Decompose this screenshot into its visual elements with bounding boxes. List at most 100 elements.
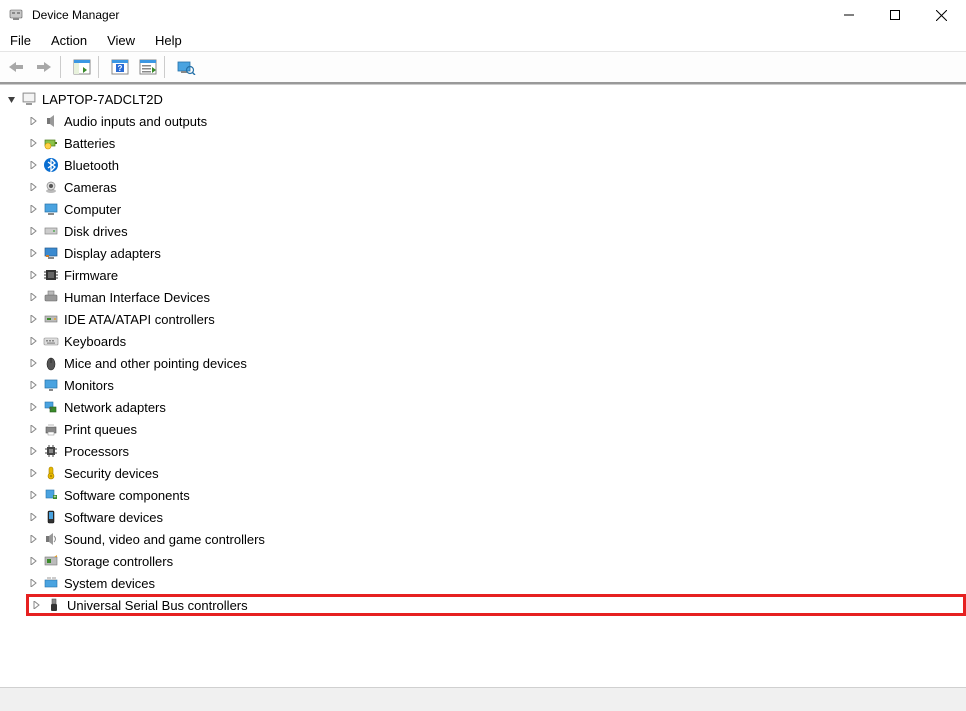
spacer (0, 675, 966, 687)
minimize-button[interactable] (826, 0, 872, 30)
chevron-right-icon[interactable] (26, 268, 40, 282)
sound-icon (42, 530, 60, 548)
chevron-right-icon[interactable] (26, 136, 40, 150)
menu-action[interactable]: Action (41, 31, 97, 50)
chevron-right-icon[interactable] (26, 554, 40, 568)
printer-icon (42, 420, 60, 438)
tree-category-node[interactable]: Mice and other pointing devices (26, 352, 966, 374)
tree-category-node[interactable]: Computer (26, 198, 966, 220)
tree-category-node[interactable]: Software devices (26, 506, 966, 528)
chevron-right-icon[interactable] (26, 422, 40, 436)
chevron-right-icon[interactable] (26, 532, 40, 546)
computer-icon (20, 90, 38, 108)
maximize-button[interactable] (872, 0, 918, 30)
tree-category-node[interactable]: Disk drives (26, 220, 966, 242)
tree-category-node[interactable]: Firmware (26, 264, 966, 286)
tree-category-node[interactable]: Batteries (26, 132, 966, 154)
chevron-right-icon[interactable] (26, 356, 40, 370)
tree-category-node[interactable]: Network adapters (26, 396, 966, 418)
chevron-right-icon[interactable] (26, 246, 40, 260)
scan-hardware-button[interactable] (174, 55, 198, 79)
tree-category-node[interactable]: System devices (26, 572, 966, 594)
toolbar: ? (0, 52, 966, 84)
chevron-right-icon[interactable] (26, 378, 40, 392)
category-label: Computer (64, 202, 121, 217)
security-icon (42, 464, 60, 482)
tree-category-node[interactable]: Sound, video and game controllers (26, 528, 966, 550)
back-button[interactable] (4, 55, 28, 79)
chevron-right-icon[interactable] (26, 114, 40, 128)
tree-category-node[interactable]: Human Interface Devices (26, 286, 966, 308)
tree-category-node[interactable]: Monitors (26, 374, 966, 396)
chevron-right-icon[interactable] (26, 180, 40, 194)
menu-help[interactable]: Help (145, 31, 192, 50)
category-label: Monitors (64, 378, 114, 393)
category-label: IDE ATA/ATAPI controllers (64, 312, 215, 327)
category-label: Print queues (64, 422, 137, 437)
category-label: Cameras (64, 180, 117, 195)
menu-file[interactable]: File (4, 31, 41, 50)
window-controls (826, 0, 964, 30)
system-icon (42, 574, 60, 592)
tree-category-node[interactable]: IDE ATA/ATAPI controllers (26, 308, 966, 330)
forward-button[interactable] (32, 55, 56, 79)
device-manager-icon (8, 7, 24, 23)
chevron-right-icon[interactable] (26, 510, 40, 524)
tree-category-node[interactable]: Processors (26, 440, 966, 462)
chevron-right-icon[interactable] (26, 576, 40, 590)
processor-icon (42, 442, 60, 460)
tree-category-node[interactable]: Audio inputs and outputs (26, 110, 966, 132)
show-hide-console-tree-button[interactable] (70, 55, 94, 79)
tree-category-node[interactable]: + Software components (26, 484, 966, 506)
chevron-right-icon[interactable] (26, 488, 40, 502)
toolbar-separator (164, 56, 170, 78)
storage-icon (42, 552, 60, 570)
swdev-icon (42, 508, 60, 526)
tree-category-node[interactable]: Print queues (26, 418, 966, 440)
chevron-right-icon[interactable] (26, 444, 40, 458)
category-label: Security devices (64, 466, 159, 481)
tree-category-node[interactable]: Cameras (26, 176, 966, 198)
device-tree[interactable]: LAPTOP-7ADCLT2D Audio inputs and outputs… (0, 84, 966, 675)
speaker-icon (42, 112, 60, 130)
category-label: Mice and other pointing devices (64, 356, 247, 371)
tree-category-node[interactable]: Universal Serial Bus controllers (26, 594, 966, 616)
chevron-right-icon[interactable] (29, 598, 43, 612)
chevron-right-icon[interactable] (26, 312, 40, 326)
tree-category-node[interactable]: Security devices (26, 462, 966, 484)
close-button[interactable] (918, 0, 964, 30)
computer-icon (42, 200, 60, 218)
chevron-right-icon[interactable] (26, 224, 40, 238)
chevron-right-icon[interactable] (26, 466, 40, 480)
root-label: LAPTOP-7ADCLT2D (42, 92, 163, 107)
properties-button[interactable] (136, 55, 160, 79)
tree-category-node[interactable]: Display adapters (26, 242, 966, 264)
hid-icon (42, 288, 60, 306)
chevron-right-icon[interactable] (26, 400, 40, 414)
tree-category-node[interactable]: Keyboards (26, 330, 966, 352)
chevron-right-icon[interactable] (26, 158, 40, 172)
menubar: File Action View Help (0, 30, 966, 52)
disk-icon (42, 222, 60, 240)
battery-icon (42, 134, 60, 152)
category-label: System devices (64, 576, 155, 591)
chevron-right-icon[interactable] (26, 202, 40, 216)
chevron-right-icon[interactable] (26, 334, 40, 348)
tree-category-node[interactable]: Storage controllers (26, 550, 966, 572)
tree-category-node[interactable]: Bluetooth (26, 154, 966, 176)
category-label: Universal Serial Bus controllers (67, 598, 248, 613)
chevron-down-icon[interactable] (4, 92, 18, 106)
keyboard-icon (42, 332, 60, 350)
category-label: Sound, video and game controllers (64, 532, 265, 547)
category-label: Audio inputs and outputs (64, 114, 207, 129)
svg-text:+: + (54, 495, 57, 501)
category-label: Software components (64, 488, 190, 503)
help-button[interactable]: ? (108, 55, 132, 79)
menu-view[interactable]: View (97, 31, 145, 50)
category-label: Display adapters (64, 246, 161, 261)
ide-icon (42, 310, 60, 328)
chevron-right-icon[interactable] (26, 290, 40, 304)
category-label: Storage controllers (64, 554, 173, 569)
tree-root-node[interactable]: LAPTOP-7ADCLT2D (4, 88, 966, 110)
display-icon (42, 244, 60, 262)
